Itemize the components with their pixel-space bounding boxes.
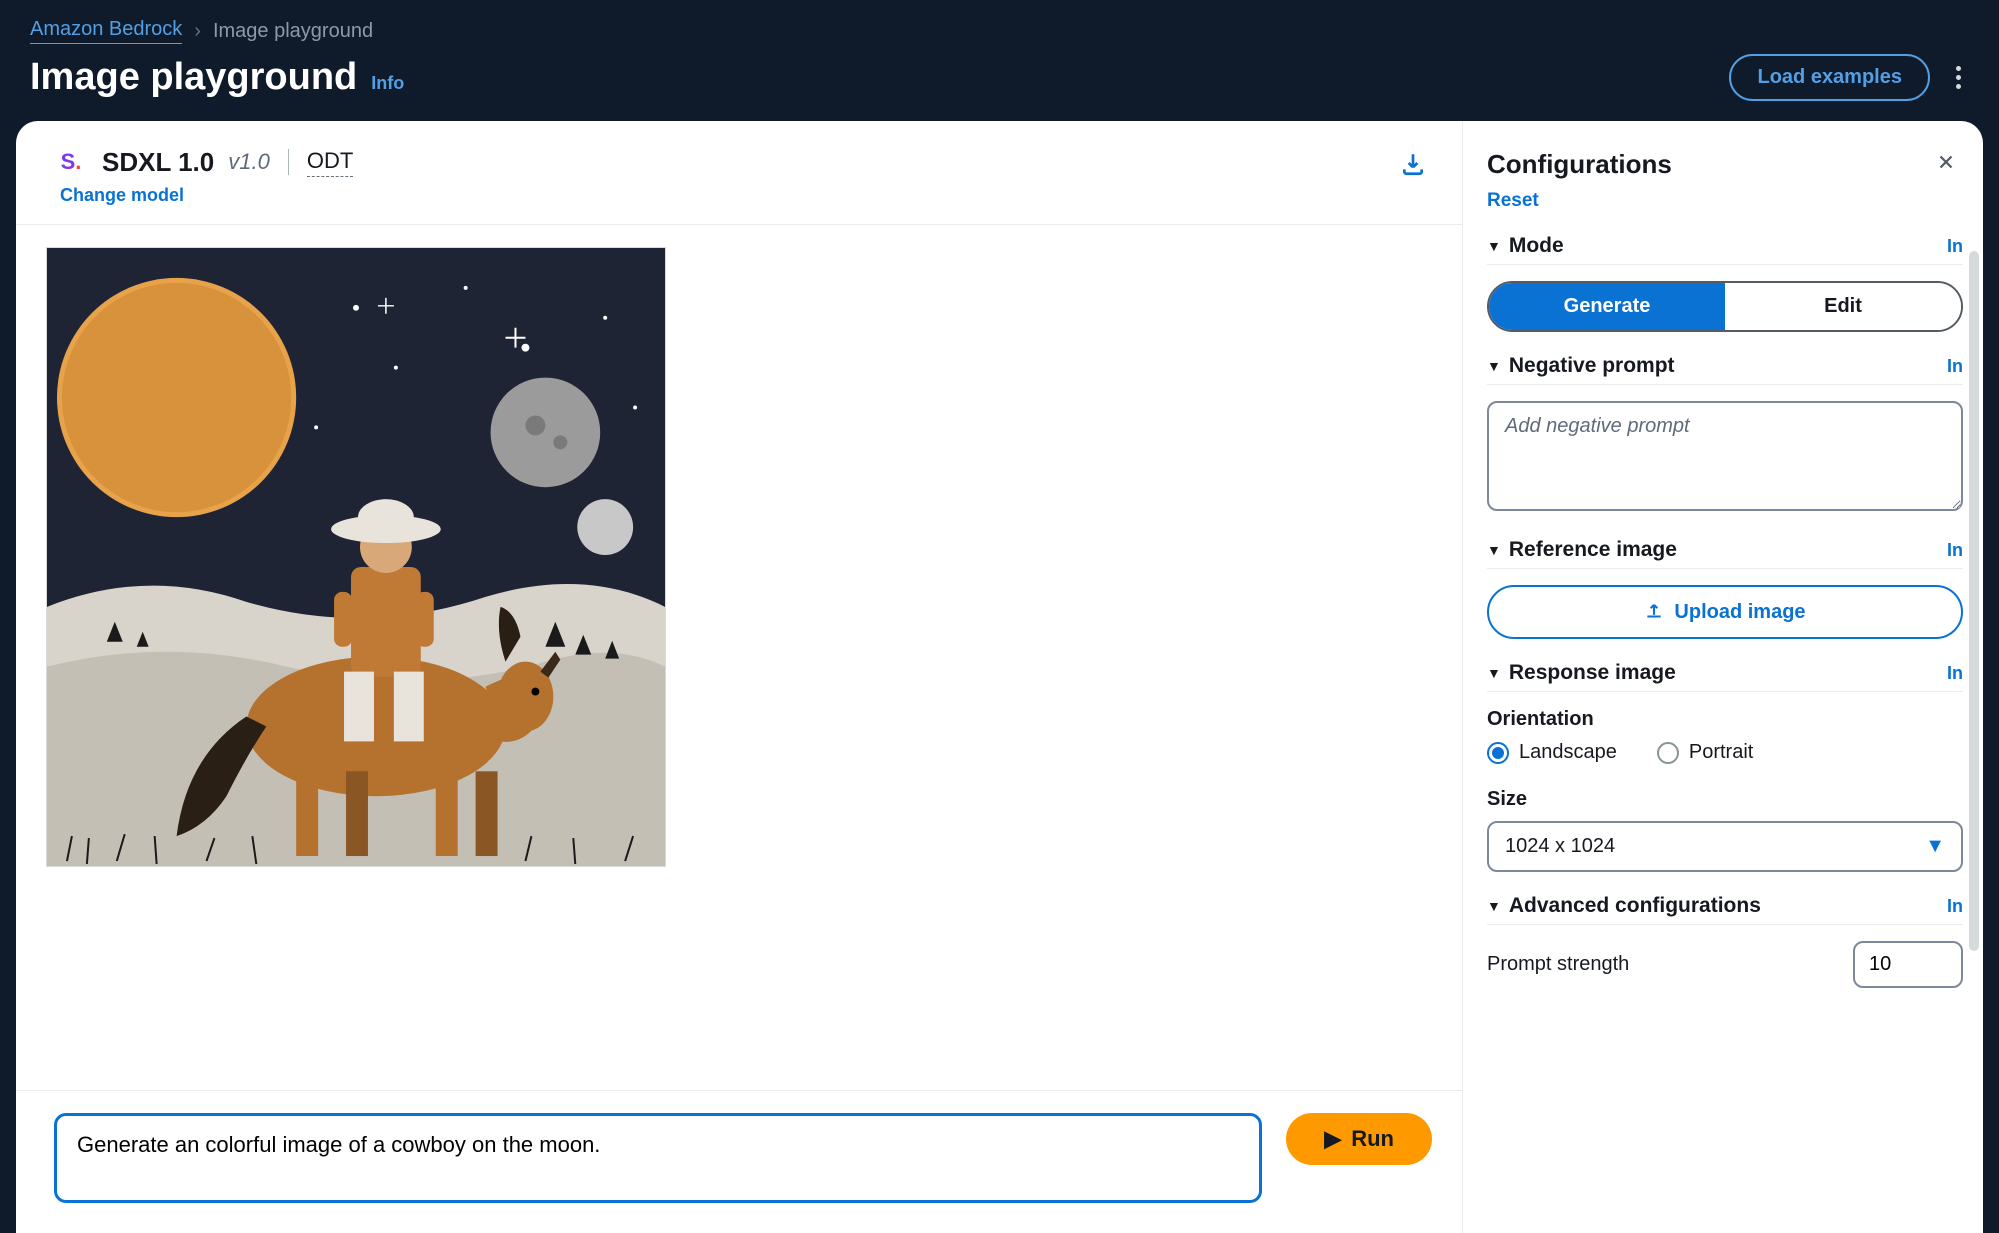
caret-down-icon: ▼ xyxy=(1487,542,1501,558)
radio-icon xyxy=(1657,742,1679,764)
mode-edit-button[interactable]: Edit xyxy=(1725,283,1961,330)
section-response-title: Response image xyxy=(1509,661,1676,685)
section-mode-toggle[interactable]: ▼ Mode xyxy=(1487,234,1564,258)
orientation-landscape-label: Landscape xyxy=(1519,741,1617,764)
run-button[interactable]: ▶ Run xyxy=(1286,1113,1432,1165)
orientation-portrait-label: Portrait xyxy=(1689,741,1753,764)
breadcrumb: Amazon Bedrock › Image playground xyxy=(30,18,1969,44)
provider-badge: S. xyxy=(54,145,88,179)
section-info-link[interactable]: In xyxy=(1947,356,1963,377)
orientation-portrait-radio[interactable]: Portrait xyxy=(1657,741,1753,764)
section-reference-title: Reference image xyxy=(1509,538,1677,562)
section-reference-toggle[interactable]: ▼ Reference image xyxy=(1487,538,1677,562)
kebab-menu-icon[interactable] xyxy=(1948,58,1969,97)
section-info-link[interactable]: In xyxy=(1947,236,1963,257)
run-label: Run xyxy=(1351,1126,1394,1152)
upload-icon xyxy=(1644,599,1664,625)
chevron-right-icon: › xyxy=(194,20,201,43)
scrollbar[interactable] xyxy=(1969,251,1979,951)
caret-down-icon: ▼ xyxy=(1487,358,1501,374)
section-info-link[interactable]: In xyxy=(1947,540,1963,561)
section-negative-title: Negative prompt xyxy=(1509,354,1675,378)
breadcrumb-current: Image playground xyxy=(213,20,373,43)
breadcrumb-root[interactable]: Amazon Bedrock xyxy=(30,18,182,44)
negative-prompt-input[interactable] xyxy=(1487,401,1963,511)
section-info-link[interactable]: In xyxy=(1947,896,1963,917)
upload-label: Upload image xyxy=(1674,601,1805,624)
model-version: v1.0 xyxy=(228,149,270,175)
close-icon[interactable] xyxy=(1929,145,1963,184)
load-examples-button[interactable]: Load examples xyxy=(1729,54,1930,101)
config-title: Configurations xyxy=(1487,149,1672,180)
section-negative-toggle[interactable]: ▼ Negative prompt xyxy=(1487,354,1675,378)
caret-down-icon: ▼ xyxy=(1487,238,1501,254)
play-icon: ▶ xyxy=(1324,1126,1341,1152)
orientation-landscape-radio[interactable]: Landscape xyxy=(1487,741,1617,764)
section-advanced-toggle[interactable]: ▼ Advanced configurations xyxy=(1487,894,1761,918)
upload-image-button[interactable]: Upload image xyxy=(1487,585,1963,639)
caret-down-icon: ▼ xyxy=(1925,835,1945,858)
divider xyxy=(288,149,289,175)
section-info-link[interactable]: In xyxy=(1947,663,1963,684)
radio-icon xyxy=(1487,742,1509,764)
section-response-toggle[interactable]: ▼ Response image xyxy=(1487,661,1676,685)
page-title: Image playground xyxy=(30,56,357,99)
mode-segmented: Generate Edit xyxy=(1487,281,1963,332)
prompt-input[interactable] xyxy=(54,1113,1262,1203)
size-value: 1024 x 1024 xyxy=(1505,835,1615,858)
info-link[interactable]: Info xyxy=(371,73,404,94)
prompt-strength-label: Prompt strength xyxy=(1487,953,1629,976)
change-model-link[interactable]: Change model xyxy=(60,185,353,206)
section-mode-title: Mode xyxy=(1509,234,1564,258)
section-advanced-title: Advanced configurations xyxy=(1509,894,1761,918)
model-name: SDXL 1.0 xyxy=(102,147,214,178)
download-icon[interactable] xyxy=(1394,145,1432,188)
caret-down-icon: ▼ xyxy=(1487,898,1501,914)
caret-down-icon: ▼ xyxy=(1487,665,1501,681)
generated-image xyxy=(46,247,666,867)
odt-badge[interactable]: ODT xyxy=(307,148,353,177)
orientation-label: Orientation xyxy=(1487,708,1963,731)
size-select[interactable]: 1024 x 1024 ▼ xyxy=(1487,821,1963,872)
mode-generate-button[interactable]: Generate xyxy=(1489,283,1725,330)
reset-link[interactable]: Reset xyxy=(1487,190,1539,212)
size-label: Size xyxy=(1487,788,1963,811)
prompt-strength-input[interactable] xyxy=(1853,941,1963,988)
